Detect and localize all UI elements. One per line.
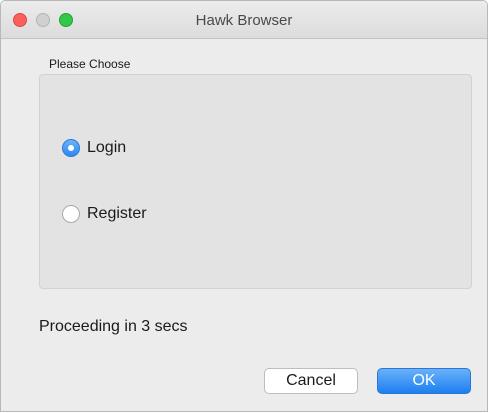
login-label[interactable]: Login <box>87 139 126 157</box>
group-label: Please Choose <box>49 57 131 71</box>
ok-button[interactable]: OK <box>377 368 471 394</box>
register-radio-button[interactable] <box>62 205 80 223</box>
window-title: Hawk Browser <box>195 12 293 29</box>
login-radio-button[interactable] <box>62 139 80 157</box>
register-label[interactable]: Register <box>87 205 147 223</box>
dialog-window: Hawk Browser Please Choose Login Registe… <box>0 0 488 412</box>
login-option[interactable]: Login <box>62 139 126 157</box>
choice-group-box: Login Register <box>39 74 472 289</box>
cancel-button[interactable]: Cancel <box>264 368 358 394</box>
status-text: Proceeding in 3 secs <box>39 318 188 335</box>
register-option[interactable]: Register <box>62 205 147 223</box>
title-bar[interactable]: Hawk Browser <box>1 1 487 39</box>
